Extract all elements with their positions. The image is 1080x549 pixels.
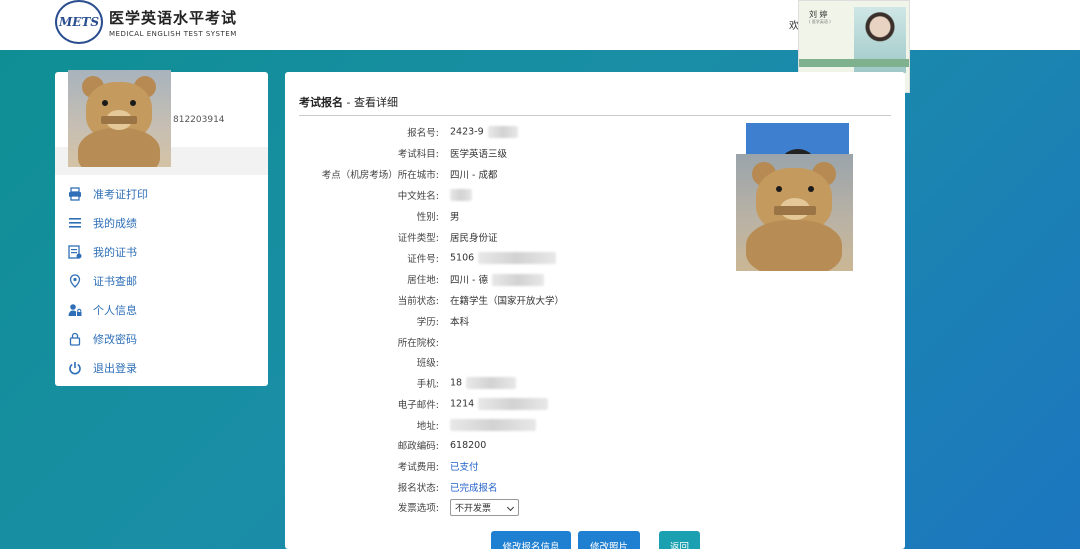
certificate-icon: [68, 244, 82, 259]
user-lock-icon: [68, 303, 82, 317]
sidebar: 812203914 准考证打印 我的成绩 我的证书 证书查邮 个人信息 修改密码…: [55, 70, 268, 386]
sidebar-item-label: 准考证打印: [93, 187, 148, 201]
logo-title: 医学英语水平考试: [109, 8, 238, 27]
redacted-block: [487, 126, 518, 138]
lock-icon: [68, 332, 82, 346]
sidebar-item-label: 我的证书: [93, 245, 137, 259]
sidebar-item-logout[interactable]: 退出登录: [55, 353, 268, 382]
redacted-block: [491, 274, 544, 287]
field-row-exam-fee: 考试费用: 已支付: [299, 456, 749, 476]
edit-photo-button[interactable]: 修改照片: [578, 531, 640, 549]
registration-status: 已完成报名: [450, 483, 498, 494]
sidebar-item-my-scores[interactable]: 我的成绩: [55, 208, 268, 237]
top-bar: METS 医学英语水平考试 MEDICAL ENGLISH TEST SYSTE…: [0, 0, 1080, 50]
field-row-registration-status: 报名状态: 已完成报名: [299, 477, 749, 497]
registration-detail-panel: 考试报名 - 查看详细 报名号: 2423-9 考试科目: 医学英语三级 考点（…: [285, 72, 905, 549]
field-row-chinese-name: 中文姓名:: [299, 185, 749, 205]
field-row-school: 所在院校:: [397, 338, 439, 349]
redacted-block: [466, 377, 517, 389]
field-row-id-type: 证件类型: 居民身份证: [397, 233, 498, 244]
sidebar-item-label: 证书查邮: [93, 274, 137, 288]
redacted-block: [450, 419, 536, 431]
location-pin-icon: [68, 273, 82, 288]
page-title: 考试报名 - 查看详细: [299, 96, 398, 109]
title-divider: [299, 115, 891, 116]
field-row-email: 电子邮件: 1214: [299, 394, 749, 414]
sidebar-item-label: 退出登录: [93, 361, 137, 375]
field-row-registration-no: 报名号: 2423-9: [299, 122, 749, 142]
user-profile: 812203914: [55, 70, 268, 175]
sidebar-item-certificate-mail[interactable]: 证书查邮: [55, 266, 268, 295]
field-row-subject: 考试科目: 医学英语三级: [397, 149, 508, 160]
field-row-gender: 性别: 男: [416, 212, 460, 223]
redacted-block: [478, 252, 557, 264]
avatar: [68, 70, 171, 167]
field-row-id-number: 证件号: 5106: [299, 248, 749, 268]
field-row-mobile: 手机: 18: [299, 373, 749, 393]
promo-subtitle: ( 医学英语 ): [809, 19, 831, 24]
field-row-residence: 居住地: 四川 - 德: [299, 269, 749, 289]
power-icon: [68, 361, 82, 375]
field-row-address: 地址:: [299, 415, 749, 435]
fee-status: 已支付: [450, 462, 479, 473]
sidebar-item-change-password[interactable]: 修改密码: [55, 324, 268, 353]
promo-strip: [799, 59, 909, 67]
invoice-select[interactable]: 不开发票: [450, 498, 519, 516]
printer-icon: [68, 186, 82, 201]
field-row-invoice: 发票选项: 不开发票: [299, 497, 749, 517]
redacted-block: [450, 189, 472, 201]
uploaded-photo: [736, 154, 853, 271]
mets-emblem-icon: METS: [55, 0, 103, 44]
field-row-class: 班级:: [416, 358, 439, 369]
field-row-education: 学历: 本科: [416, 317, 470, 328]
sidebar-item-personal-info[interactable]: 个人信息: [55, 295, 268, 324]
sidebar-menu: 准考证打印 我的成绩 我的证书 证书查邮 个人信息 修改密码 退出登录: [55, 179, 268, 382]
field-row-exam-city: 考点（机房考场）所在城市: 四川 - 成都: [321, 170, 498, 181]
sidebar-item-label: 修改密码: [93, 332, 137, 346]
site-logo[interactable]: METS 医学英语水平考试 MEDICAL ENGLISH TEST SYSTE…: [55, 0, 237, 44]
sidebar-item-label: 个人信息: [93, 303, 137, 317]
field-row-postal-code: 邮政编码: 618200: [397, 439, 487, 453]
logo-subtitle: MEDICAL ENGLISH TEST SYSTEM: [109, 29, 237, 38]
sidebar-item-my-certificates[interactable]: 我的证书: [55, 237, 268, 266]
edit-registration-button[interactable]: 修改报名信息: [491, 531, 571, 549]
redacted-block: [478, 398, 549, 410]
sidebar-item-label: 我的成绩: [93, 216, 137, 230]
list-icon: [68, 216, 82, 230]
back-button[interactable]: 返回: [659, 531, 700, 549]
field-row-current-status: 当前状态: 在籍学生（国家开放大学）: [397, 296, 565, 307]
sidebar-item-admission-ticket[interactable]: 准考证打印: [55, 179, 268, 208]
user-id: 812203914: [173, 115, 225, 125]
